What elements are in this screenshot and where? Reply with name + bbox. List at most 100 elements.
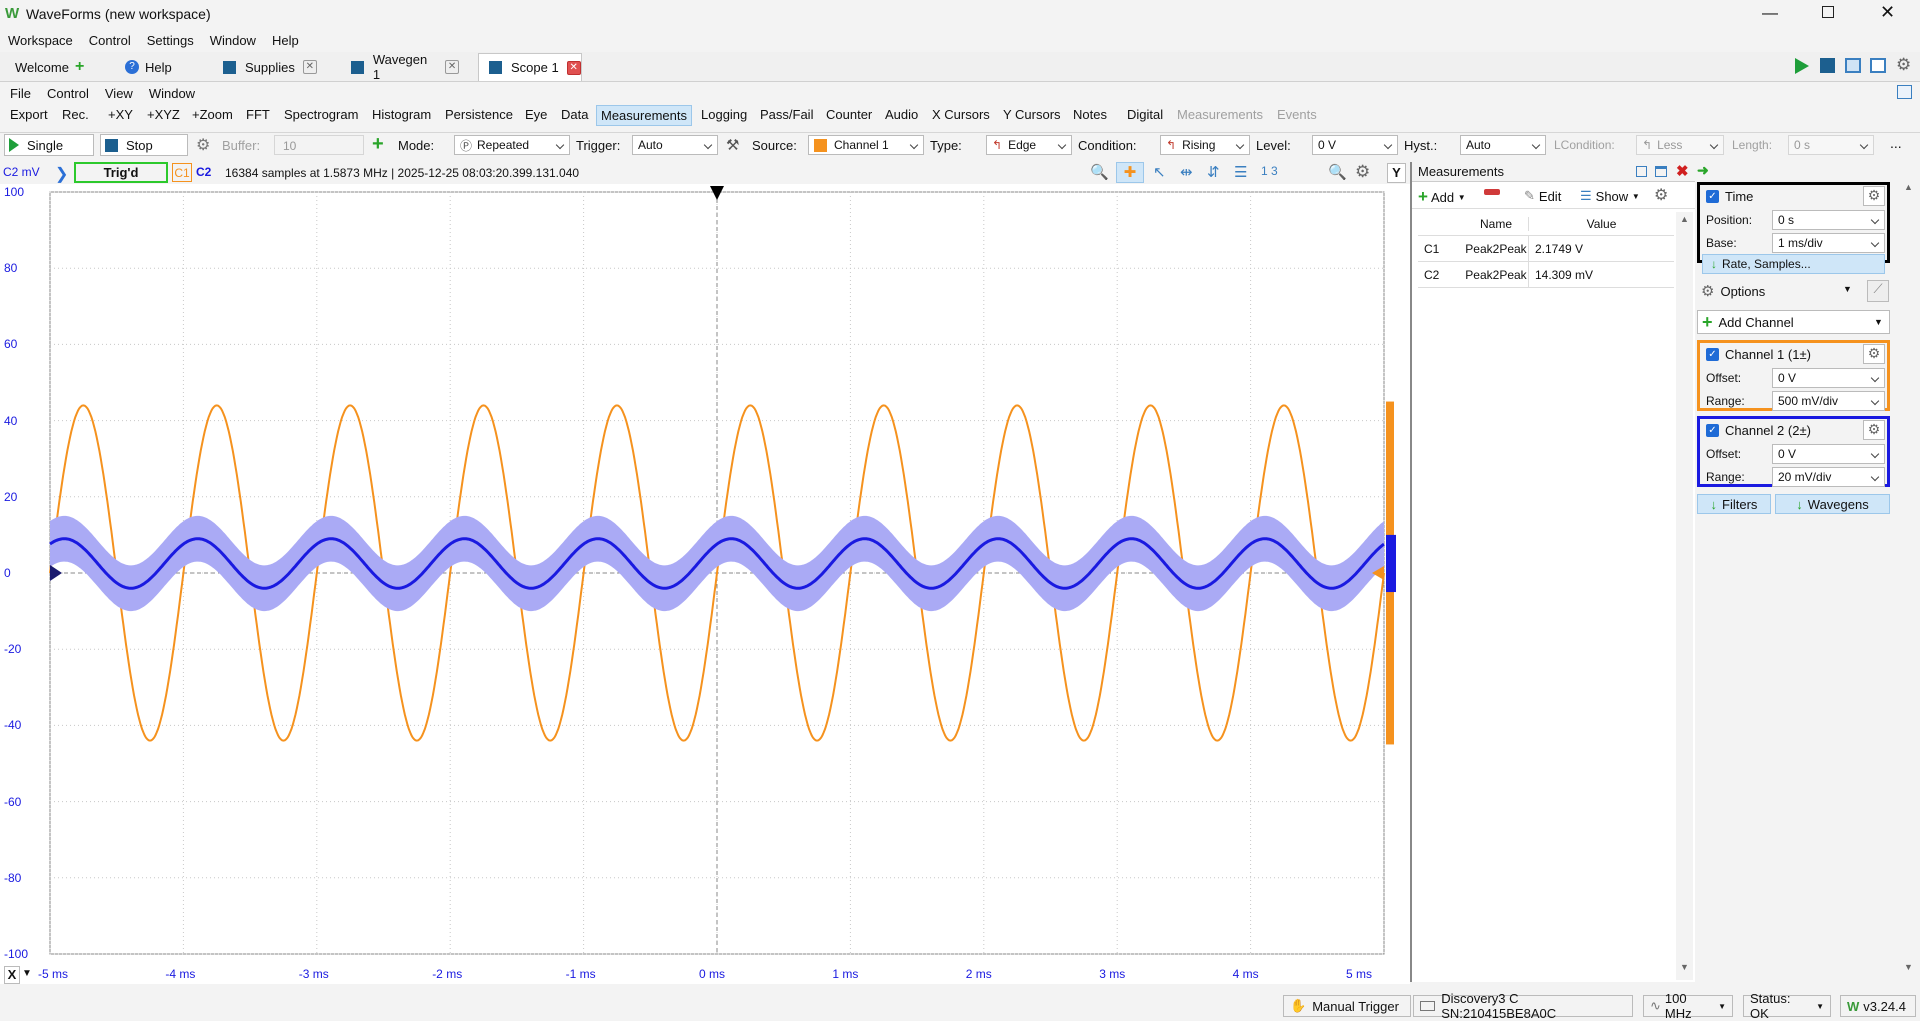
checkbox-icon[interactable]: ✓ xyxy=(1706,348,1719,361)
cursor-icon[interactable]: ↖ xyxy=(1153,163,1166,181)
menu-window[interactable]: Window xyxy=(141,86,203,101)
settings-gear-icon[interactable]: ⚙ xyxy=(196,135,210,155)
view-logging[interactable]: Logging xyxy=(701,107,747,122)
level-select[interactable]: 0 V xyxy=(1312,135,1398,155)
device-button[interactable]: Discovery3 C SN:210415BE8A0C xyxy=(1413,991,1633,1021)
c2-badge[interactable]: C2 xyxy=(196,165,211,179)
vertical-scrollbar[interactable]: ▲ ▼ xyxy=(1899,182,1917,982)
table-row[interactable]: C2 Peak2Peak 14.309 mV xyxy=(1418,261,1674,288)
view-y-cursors[interactable]: Y Cursors xyxy=(1003,107,1061,122)
layout-icon[interactable] xyxy=(1870,58,1886,73)
view-notes[interactable]: Notes xyxy=(1073,107,1107,122)
restore-icon[interactable] xyxy=(1822,6,1834,18)
menu-control[interactable]: Control xyxy=(39,86,97,101)
pan-icon[interactable]: ✚ xyxy=(1116,162,1144,183)
numbering-icon[interactable]: 1 3 xyxy=(1261,164,1278,178)
restore-icon[interactable] xyxy=(1636,166,1647,177)
v-zoom-icon[interactable]: ⇵ xyxy=(1207,163,1220,181)
menu-control[interactable]: Control xyxy=(81,33,139,48)
view-counter[interactable]: Counter xyxy=(826,107,872,122)
filters-button[interactable]: ↓ Filters xyxy=(1697,494,1771,514)
view-rec[interactable]: Rec. xyxy=(62,107,89,122)
single-button[interactable]: Single xyxy=(4,134,94,156)
add-icon[interactable]: + xyxy=(372,133,384,156)
close-icon[interactable]: ✕ xyxy=(1880,2,1895,23)
view-fft[interactable]: FFT xyxy=(246,107,270,122)
c1-badge[interactable]: C1 xyxy=(172,163,192,182)
wavegens-button[interactable]: ↓ Wavegens xyxy=(1775,494,1890,514)
trigger-select[interactable]: Auto xyxy=(632,135,718,155)
frequency-button[interactable]: ∿ 100 MHz ▼ xyxy=(1643,991,1733,1021)
source-select[interactable]: Channel 1 xyxy=(808,135,924,155)
close-tab-icon[interactable]: ✕ xyxy=(302,60,317,74)
menu-window[interactable]: Window xyxy=(202,33,264,48)
h-zoom-icon[interactable]: ⇹ xyxy=(1180,163,1193,181)
view-digital[interactable]: Digital xyxy=(1127,107,1163,122)
channel-2-offset-select[interactable]: 0 V xyxy=(1772,444,1885,464)
maximize-icon[interactable] xyxy=(1655,166,1667,177)
view-measurements[interactable]: Measurements xyxy=(596,105,692,126)
play-icon[interactable]: ❯ xyxy=(55,164,68,184)
menu-view[interactable]: View xyxy=(97,86,141,101)
checkbox-icon[interactable]: ✓ xyxy=(1706,424,1719,437)
view-persistence[interactable]: Persistence xyxy=(445,107,513,122)
scroll-up-icon[interactable]: ▲ xyxy=(1680,214,1689,224)
tab-supplies[interactable]: Supplies ✕ xyxy=(222,53,322,81)
mode-select[interactable]: Ⓟ Repeated xyxy=(454,135,570,155)
edit-measurement-button[interactable]: ✎ Edit xyxy=(1524,188,1561,204)
scroll-down-icon[interactable]: ▼ xyxy=(1680,962,1689,972)
menu-settings[interactable]: Settings xyxy=(139,33,202,48)
align-icon[interactable]: ☰ xyxy=(1234,163,1247,181)
hammer-icon[interactable]: ⚒ xyxy=(726,136,739,154)
run-all-icon[interactable] xyxy=(1795,58,1809,74)
close-tab-icon[interactable]: ✕ xyxy=(445,60,459,74)
tab-welcome[interactable]: Welcome + xyxy=(8,53,96,81)
view-audio[interactable]: Audio xyxy=(885,107,918,122)
tab-wavegen-1[interactable]: Wavegen 1 ✕ xyxy=(350,52,460,82)
x-axis-button[interactable]: X xyxy=(4,966,20,984)
hyst-select[interactable]: Auto xyxy=(1460,135,1546,155)
menu-file[interactable]: File xyxy=(0,86,39,101)
time-position-select[interactable]: 0 s xyxy=(1772,210,1885,230)
scope-plot[interactable]: 100 80 60 40 20 0 -20 -40 -60 -80 -100 -5 ms -4 ms -… xyxy=(0,184,1410,984)
settings-gear-icon[interactable]: ⚙ xyxy=(1355,162,1370,182)
type-select[interactable]: ↰ Edge xyxy=(986,135,1072,155)
channel-1-offset-select[interactable]: 0 V xyxy=(1772,368,1885,388)
view-zoom[interactable]: +Zoom xyxy=(192,107,233,122)
probe-icon[interactable]: ⟋ xyxy=(1867,280,1889,302)
tile-icon[interactable] xyxy=(1845,58,1861,73)
dock-icon[interactable] xyxy=(1897,85,1912,99)
arrow-right-icon[interactable]: ➜ xyxy=(1697,162,1709,179)
show-button[interactable]: ☰ Show ▼ xyxy=(1580,188,1640,204)
version-button[interactable]: W v3.24.4 xyxy=(1840,995,1916,1017)
manual-trigger-button[interactable]: ✋ Manual Trigger xyxy=(1283,995,1411,1017)
close-icon[interactable]: ✖ xyxy=(1676,162,1689,180)
vertical-scrollbar[interactable]: ▲ ▼ xyxy=(1676,212,1693,980)
view-export[interactable]: Export xyxy=(10,107,48,122)
waveform-plot[interactable] xyxy=(0,184,1410,984)
zoom-icon[interactable]: 🔍 xyxy=(1090,163,1109,181)
scroll-down-icon[interactable]: ▼ xyxy=(1904,962,1913,972)
settings-gear-icon[interactable]: ⚙ xyxy=(1863,186,1885,206)
menu-workspace[interactable]: Workspace xyxy=(0,33,81,48)
view-xy[interactable]: +XY xyxy=(108,107,133,122)
zoom-fit-icon[interactable]: 🔍 xyxy=(1328,163,1347,181)
tab-scope-1[interactable]: Scope 1 ✕ xyxy=(478,53,582,81)
y-axis-button[interactable]: Y xyxy=(1387,163,1406,183)
stop-button[interactable]: Stop xyxy=(100,134,188,156)
chevron-down-icon[interactable]: ▼ xyxy=(22,968,32,979)
view-eye[interactable]: Eye xyxy=(525,107,547,122)
condition-select[interactable]: ↰ Rising xyxy=(1160,135,1250,155)
rate-samples-button[interactable]: ↓ Rate, Samples... xyxy=(1702,254,1885,274)
buffer-spinner[interactable]: 10 xyxy=(274,135,364,155)
gear-icon[interactable]: ⚙ xyxy=(1896,55,1911,75)
stop-all-icon[interactable] xyxy=(1820,58,1835,73)
view-xyz[interactable]: +XYZ xyxy=(147,107,180,122)
add-measurement-button[interactable]: + Add ▼ xyxy=(1418,187,1466,207)
settings-gear-icon[interactable]: ⚙ xyxy=(1654,185,1668,205)
tab-help[interactable]: ? Help xyxy=(120,53,200,81)
settings-gear-icon[interactable]: ⚙ xyxy=(1863,420,1885,440)
settings-gear-icon[interactable]: ⚙ xyxy=(1863,344,1885,364)
status-button[interactable]: Status: OK ▼ xyxy=(1743,991,1831,1021)
menu-help[interactable]: Help xyxy=(264,33,307,48)
